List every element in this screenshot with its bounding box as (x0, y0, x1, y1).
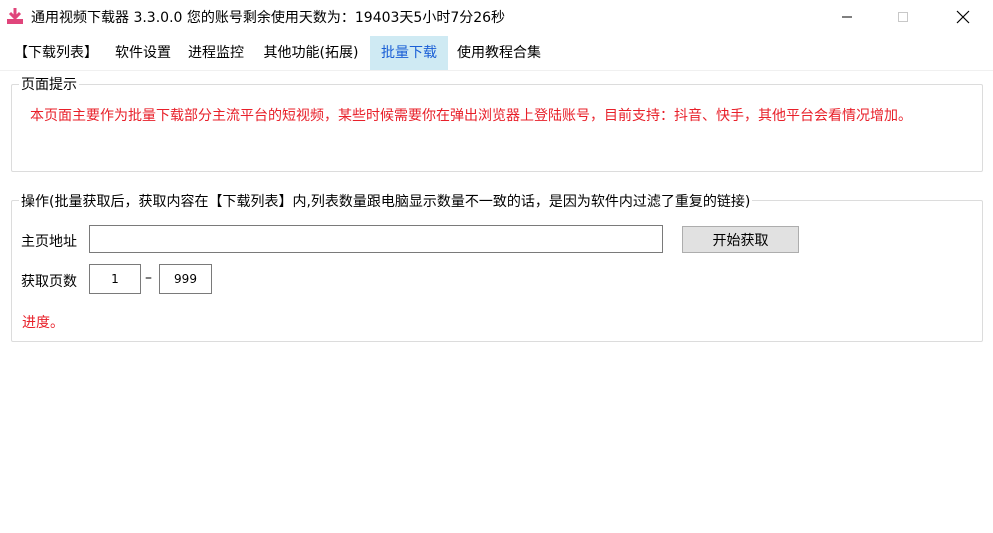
maximize-button[interactable] (880, 0, 926, 34)
minimize-button[interactable] (824, 0, 870, 34)
operation-group-title: 操作(批量获取后，获取内容在【下载列表】内,列表数量跟电脑显示数量不一致的话，是… (19, 191, 753, 211)
page-range-separator: – (145, 270, 152, 286)
title-bar: 通用视频下载器 3.3.0.0 您的账号剩余使用天数为：19403天5小时7分2… (0, 0, 993, 34)
close-button[interactable] (940, 0, 986, 34)
homepage-url-input[interactable] (89, 225, 663, 253)
start-fetch-button[interactable]: 开始获取 (682, 226, 799, 253)
close-icon (956, 10, 970, 24)
homepage-label: 主页地址 (21, 234, 77, 250)
tab-software-settings[interactable]: 软件设置 (108, 36, 178, 70)
tab-bar: 【下载列表】 软件设置 进程监控 其他功能(拓展) 批量下载 使用教程合集 (0, 36, 993, 71)
app-window: 通用视频下载器 3.3.0.0 您的账号剩余使用天数为：19403天5小时7分2… (0, 0, 993, 533)
tab-batch-download[interactable]: 批量下载 (370, 36, 448, 70)
progress-text: 进度。 (22, 315, 64, 331)
notice-group (11, 84, 983, 172)
tab-other-features[interactable]: 其他功能(拓展) (254, 36, 368, 70)
notice-text: 本页面主要作为批量下载部分主流平台的短视频，某些时候需要你在弹出浏览器上登陆账号… (30, 108, 912, 124)
page-from-input[interactable] (89, 264, 141, 294)
notice-group-title: 页面提示 (19, 74, 79, 94)
window-title: 通用视频下载器 3.3.0.0 您的账号剩余使用天数为：19403天5小时7分2… (31, 10, 506, 26)
pages-label: 获取页数 (21, 274, 77, 290)
page-to-input[interactable] (159, 264, 212, 294)
tab-download-list[interactable]: 【下载列表】 (6, 36, 106, 70)
tab-process-monitor[interactable]: 进程监控 (181, 36, 251, 70)
minimize-icon (842, 16, 852, 18)
download-app-icon (6, 7, 24, 25)
maximize-icon (898, 12, 908, 22)
tab-tutorials[interactable]: 使用教程合集 (450, 36, 548, 70)
operation-group (11, 200, 983, 342)
